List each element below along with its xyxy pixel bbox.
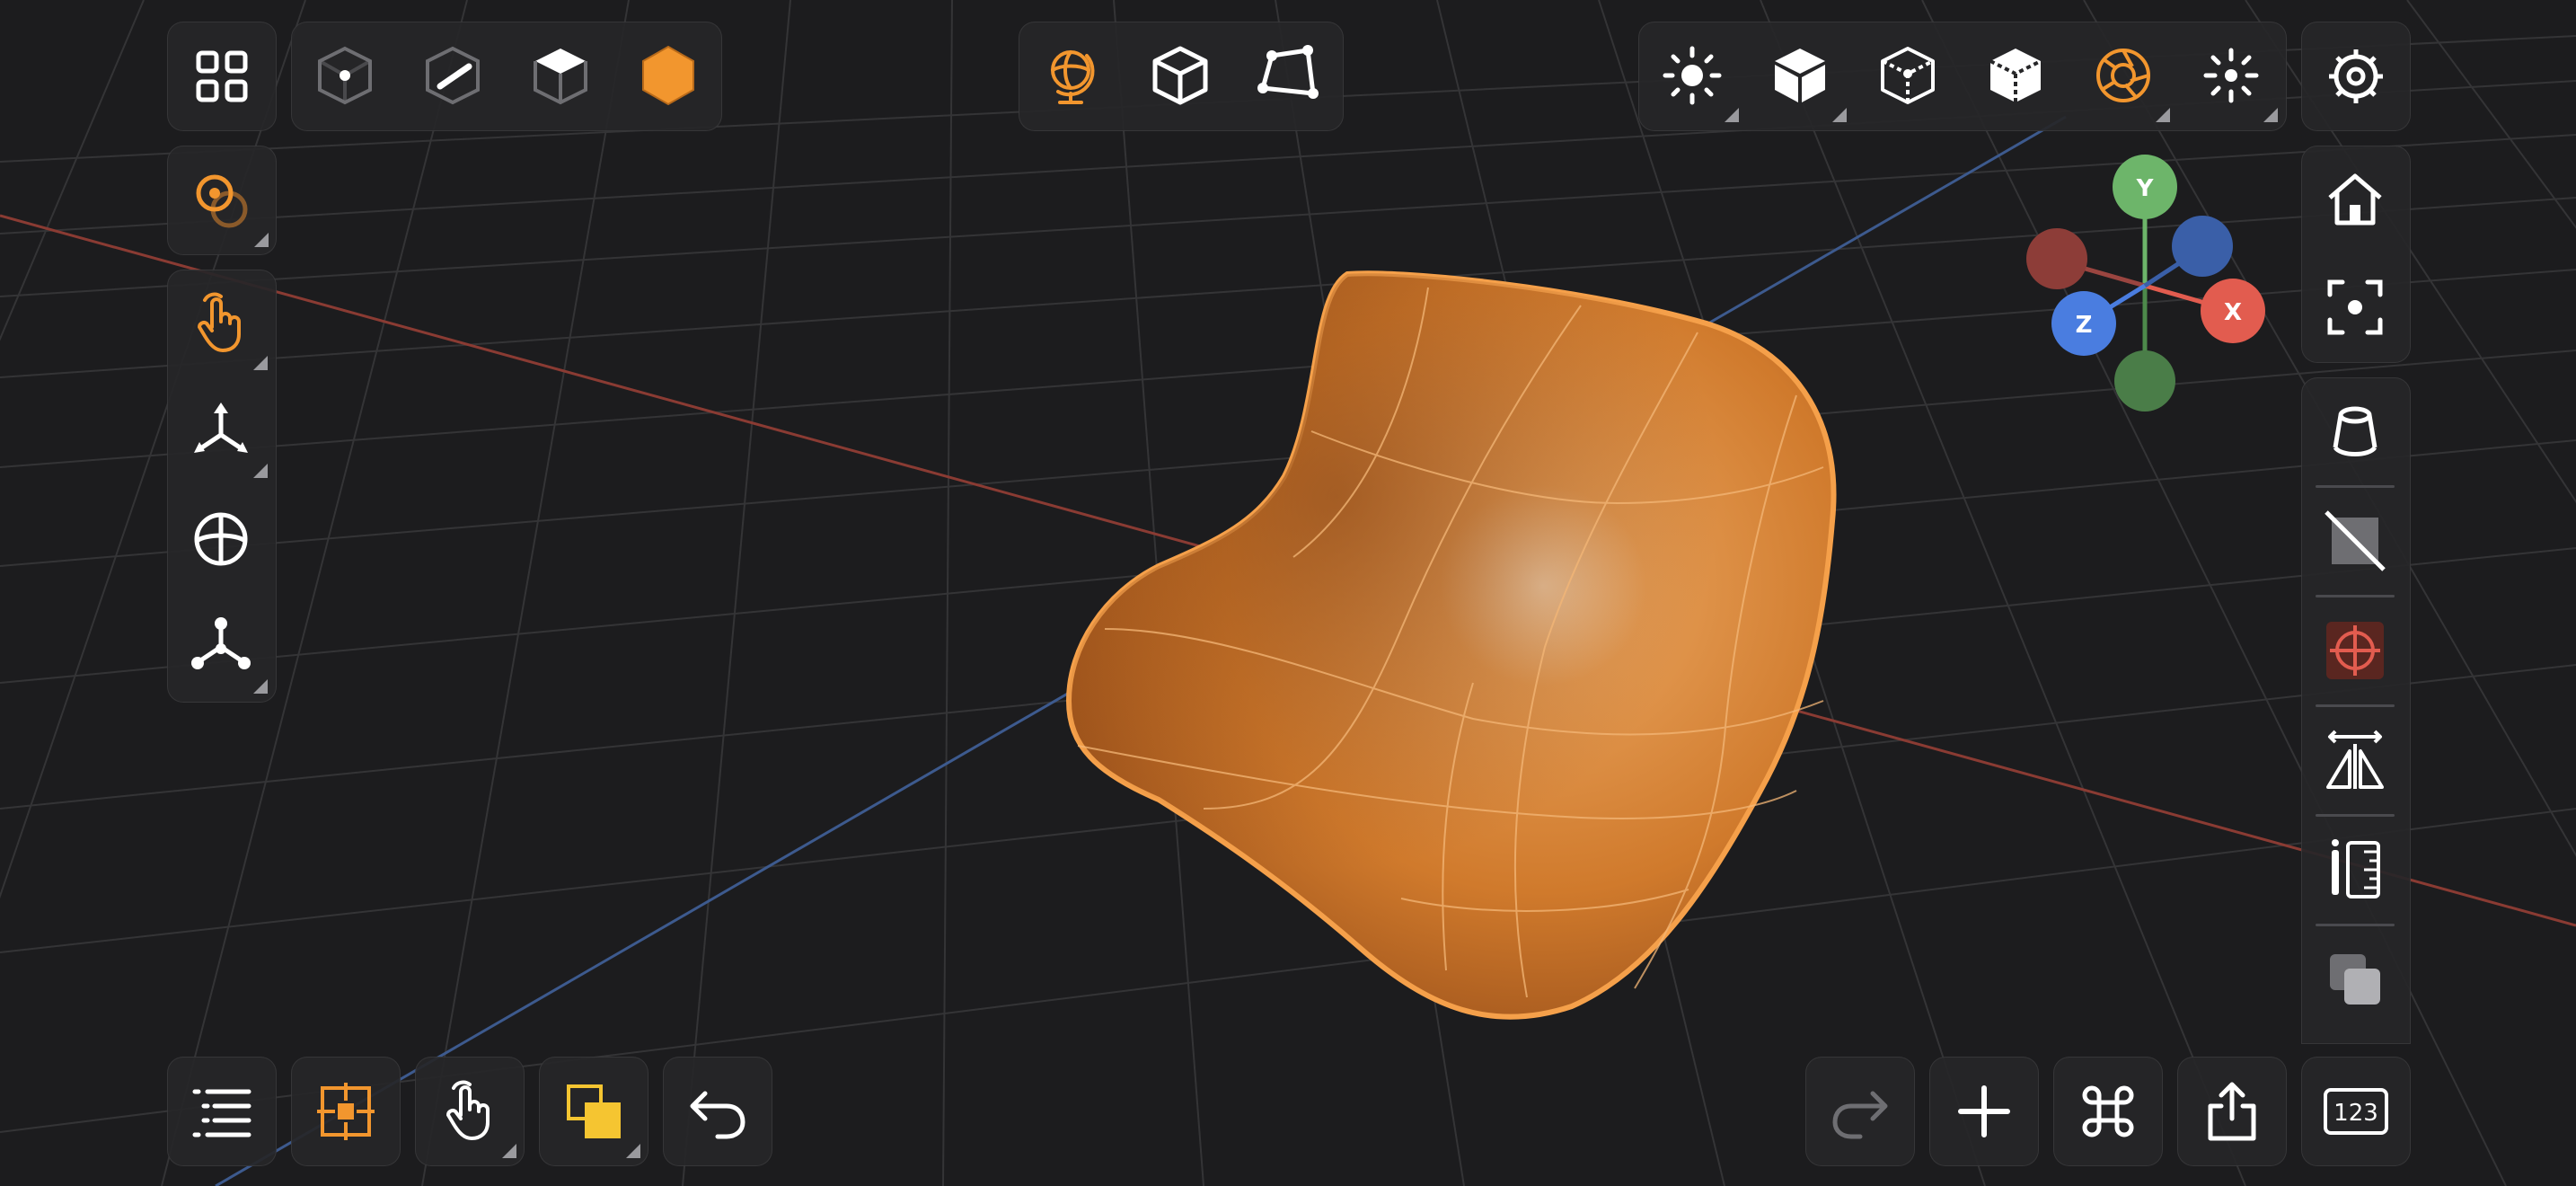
environment-button[interactable]	[2177, 22, 2285, 129]
share-button[interactable]	[2177, 1057, 2287, 1166]
edge-mode-icon	[426, 46, 480, 105]
overlap-squares-icon	[567, 1084, 621, 1138]
z-axis-label: Z	[2076, 312, 2093, 339]
command-palette-button[interactable]	[2053, 1057, 2163, 1166]
layers-icon	[2330, 954, 2380, 1005]
scale-tool-button[interactable]	[167, 593, 275, 701]
wireframe-cube-icon	[1881, 47, 1935, 104]
outliner-button[interactable]	[167, 1057, 277, 1166]
neg-x-axis-handle[interactable]	[2026, 228, 2087, 289]
snap-pivot-button[interactable]	[291, 1057, 401, 1166]
object-mode-icon	[642, 45, 694, 106]
aperture-icon	[2096, 49, 2150, 102]
gear-icon	[2329, 49, 2383, 103]
settings-button[interactable]	[2301, 22, 2411, 131]
gesture-button[interactable]	[415, 1057, 525, 1166]
home-icon	[2328, 173, 2382, 226]
wireframe-button[interactable]	[1854, 22, 1962, 129]
edge-mode-button[interactable]	[399, 22, 507, 129]
focus-frame-icon	[2327, 279, 2383, 335]
slash-square-icon	[2325, 510, 2386, 571]
move-axes-icon	[194, 403, 248, 453]
3d-viewport[interactable]: Y X Z	[0, 0, 2576, 1186]
x-axis-label: X	[2224, 299, 2242, 326]
rotate-sphere-icon	[194, 512, 248, 566]
touch-hand-icon	[446, 1080, 490, 1140]
ruler-pencil-icon	[2332, 839, 2380, 898]
solid-cube-icon	[1775, 49, 1825, 102]
snap-target-button[interactable]	[2301, 597, 2409, 704]
apps-grid-button[interactable]	[167, 22, 277, 131]
move-tool-button[interactable]	[167, 377, 275, 485]
selection-overlap-button[interactable]	[539, 1057, 648, 1166]
list-icon	[192, 1089, 251, 1137]
selected-mesh-object[interactable]	[1065, 270, 1837, 1020]
numeric-input-label: 123	[2333, 1100, 2378, 1127]
dotted-sun-icon	[2203, 48, 2259, 103]
crosshair-target-icon	[2326, 622, 2384, 679]
redo-button[interactable]	[1805, 1057, 1915, 1166]
undo-arrow-icon	[690, 1091, 745, 1139]
solid-shading-button[interactable]	[1746, 22, 1854, 129]
touch-hand-icon	[198, 292, 241, 352]
command-key-icon	[2082, 1085, 2134, 1137]
numeric-keypad-icon: 123	[2324, 1088, 2388, 1135]
cylinder-icon	[2333, 406, 2378, 456]
add-object-button[interactable]	[1929, 1057, 2039, 1166]
face-mode-button[interactable]	[507, 22, 614, 129]
touch-select-button[interactable]	[167, 270, 275, 377]
share-icon	[2208, 1082, 2256, 1141]
grid-apps-icon	[196, 50, 248, 102]
mirror-symmetry-icon	[2326, 730, 2384, 789]
lighting-button[interactable]	[1638, 22, 1746, 129]
duplicate-button[interactable]	[2301, 925, 2409, 1033]
face-mode-icon	[534, 49, 587, 105]
quad-polygon-icon	[1257, 45, 1319, 99]
camera-aperture-button[interactable]	[2069, 22, 2177, 129]
pivot-button[interactable]	[167, 146, 277, 255]
mirror-button[interactable]	[2301, 706, 2409, 814]
polygon-space-button[interactable]	[1234, 22, 1342, 129]
primitive-button[interactable]	[2301, 377, 2409, 485]
plus-icon	[1958, 1085, 2010, 1137]
undo-button[interactable]	[663, 1057, 772, 1166]
pivot-circles-icon	[196, 174, 248, 228]
rotate-tool-button[interactable]	[167, 485, 275, 593]
numeric-input-button[interactable]: 123	[2301, 1057, 2411, 1166]
globe-icon	[1051, 50, 1095, 104]
xray-button[interactable]	[1962, 22, 2069, 129]
cube-outline-icon	[1152, 46, 1208, 105]
y-axis-label: Y	[2136, 175, 2155, 202]
section-cut-button[interactable]	[2301, 487, 2409, 595]
object-mode-button[interactable]	[614, 22, 722, 129]
vertex-mode-icon	[318, 46, 372, 105]
sun-icon	[1663, 46, 1722, 105]
home-view-button[interactable]	[2301, 146, 2409, 253]
redo-arrow-icon	[1832, 1091, 1888, 1139]
neg-z-axis-handle[interactable]	[2172, 216, 2233, 277]
neg-y-axis-handle[interactable]	[2114, 350, 2175, 412]
frame-selection-button[interactable]	[2301, 253, 2409, 361]
measure-button[interactable]	[2301, 816, 2409, 924]
orientation-gizmo[interactable]: Y X Z	[2026, 155, 2265, 412]
scale-nodes-icon	[191, 617, 251, 669]
xray-cube-icon	[1989, 49, 2042, 102]
vertex-mode-button[interactable]	[291, 22, 399, 129]
pivot-frame-icon	[317, 1083, 375, 1140]
object-space-button[interactable]	[1126, 22, 1234, 129]
world-space-button[interactable]	[1019, 22, 1126, 129]
